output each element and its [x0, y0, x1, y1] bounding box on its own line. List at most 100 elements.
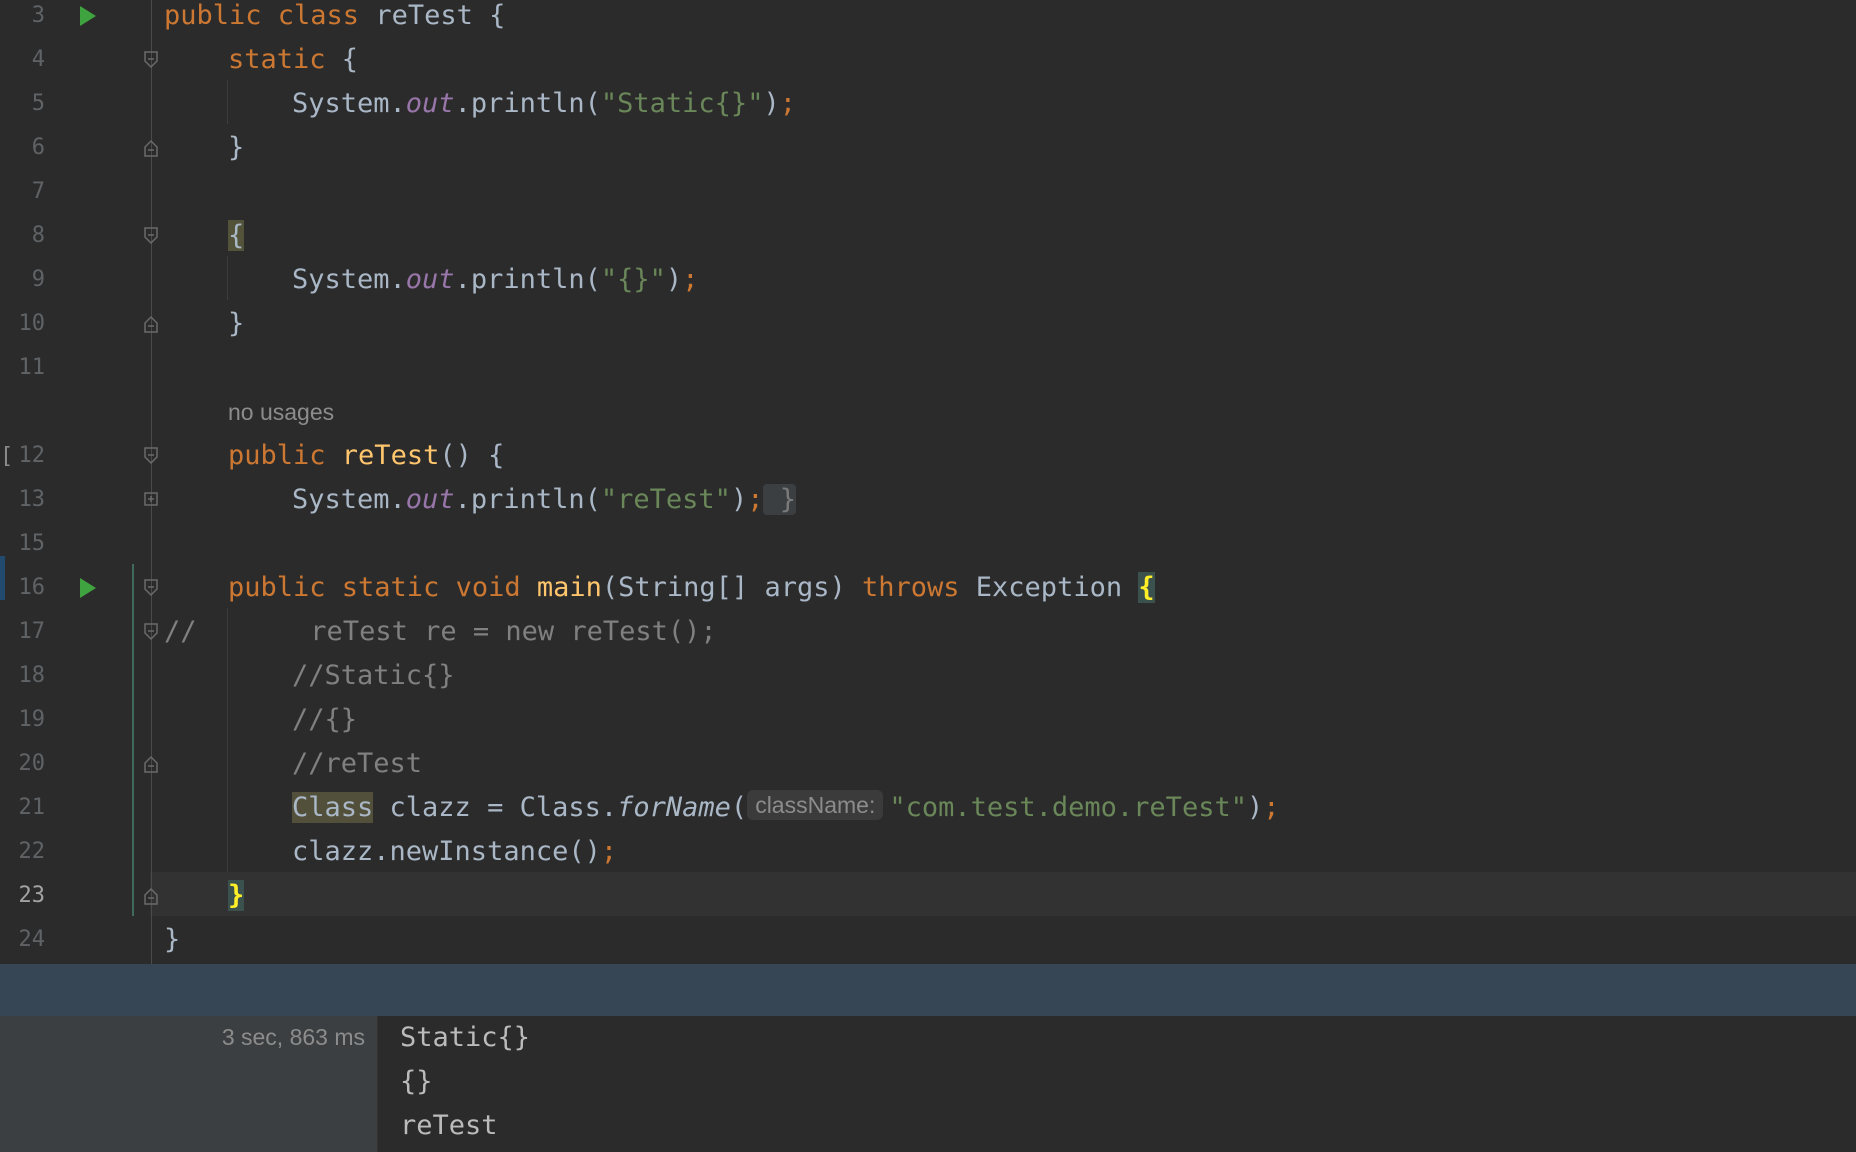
line-number: 10: [18, 311, 46, 336]
code-line[interactable]: 7: [0, 170, 1856, 214]
code-text: System.out.println("reTest"); }: [292, 478, 796, 522]
code-token: ): [1246, 792, 1264, 823]
code-token: ): [665, 264, 683, 295]
comment: //: [164, 616, 197, 647]
semicolon: ;: [600, 836, 618, 867]
keyword: public class: [164, 0, 376, 31]
run-panel-header[interactable]: [0, 964, 1856, 1016]
line-number: 24: [18, 927, 46, 952]
code-token: clazz = Class.: [373, 792, 618, 823]
code-token: Exception: [959, 572, 1139, 603]
keyword: throws: [861, 572, 960, 603]
fold-icon[interactable]: [144, 51, 158, 69]
code-text: public static void main(String[] args) t…: [228, 566, 1155, 610]
code-line[interactable]: 11: [0, 346, 1856, 390]
fold-icon[interactable]: [144, 227, 158, 245]
line-number: 8: [31, 223, 45, 248]
semicolon: ;: [779, 88, 796, 119]
code-line[interactable]: 5 System.out.println("Static{}");: [0, 82, 1856, 126]
output-line: {}: [400, 1066, 433, 1097]
fold-end-icon[interactable]: [144, 315, 158, 333]
code-token: ): [763, 88, 780, 119]
code-text: System.out.println("Static{}");: [292, 82, 796, 126]
run-icon[interactable]: [80, 6, 96, 26]
code-token: clazz.newInstance(): [292, 836, 601, 867]
panel-divider[interactable]: [377, 1016, 378, 1152]
code-line[interactable]: 20 //reTest: [0, 742, 1856, 786]
code-text: clazz.newInstance();: [292, 830, 617, 874]
fold-icon[interactable]: [144, 447, 158, 465]
line-number: 5: [31, 91, 45, 116]
code-text: }: [164, 924, 181, 955]
code-token: System.: [292, 484, 406, 515]
code-line[interactable]: 9 System.out.println("{}");: [0, 258, 1856, 302]
console-output[interactable]: Static{} {} reTest: [400, 1016, 530, 1148]
parameter-hint: className:: [747, 790, 884, 820]
code-text: }: [228, 132, 245, 163]
code-line[interactable]: 17 // reTest re = new reTest();: [0, 610, 1856, 654]
code-line[interactable]: 24 }: [0, 918, 1856, 962]
line-number: 11: [18, 355, 46, 380]
code-token: (String[] args): [601, 572, 862, 603]
line-number: 6: [31, 135, 45, 160]
run-console[interactable]: 3 sec, 863 ms Static{} {} reTest: [0, 1016, 1856, 1152]
run-tree[interactable]: 3 sec, 863 ms: [0, 1016, 377, 1152]
fold-end-icon[interactable]: [144, 139, 158, 157]
code-line-current[interactable]: 23 }: [0, 874, 1856, 918]
static-field: out: [405, 264, 455, 295]
matched-brace: {: [1138, 572, 1155, 603]
fold-end-icon[interactable]: [144, 887, 158, 905]
code-token: System.: [292, 264, 406, 295]
code-token: .println(: [454, 264, 601, 295]
code-token: .println(: [454, 88, 601, 119]
output-line: reTest: [400, 1110, 498, 1141]
code-line[interactable]: 16 public static void main(String[] args…: [0, 566, 1856, 610]
code-token: System.: [292, 88, 406, 119]
line-number: 7: [31, 179, 45, 204]
line-number: 3: [31, 3, 45, 28]
fold-icon[interactable]: [144, 579, 158, 597]
matched-brace: {: [228, 220, 245, 251]
code-line[interactable]: 22 clazz.newInstance();: [0, 830, 1856, 874]
string-literal: "reTest": [600, 484, 731, 515]
code-line[interactable]: 6 }: [0, 126, 1856, 170]
fold-end-icon[interactable]: [144, 755, 158, 773]
code-line[interactable]: 19 //{}: [0, 698, 1856, 742]
string-literal: "com.test.demo.reTest": [889, 792, 1247, 823]
code-line[interactable]: 8 {: [0, 214, 1856, 258]
code-line[interactable]: 21 Class clazz = Class.forName(className…: [0, 786, 1856, 830]
code-token: .println(: [454, 484, 601, 515]
code-text: public reTest() {: [228, 434, 504, 478]
code-editor[interactable]: [ 3 public class reTest { 4 static { 5 S…: [0, 0, 1856, 964]
code-line[interactable]: 3 public class reTest {: [0, 0, 1856, 38]
matched-brace: }: [228, 880, 245, 911]
code-line[interactable]: 4 static {: [0, 38, 1856, 82]
expand-fold-icon[interactable]: [144, 491, 158, 509]
line-number: 4: [31, 47, 45, 72]
run-icon[interactable]: [80, 578, 96, 598]
usages-hint[interactable]: no usages: [228, 390, 334, 434]
line-number: 16: [18, 575, 46, 600]
string-literal: "Static{}": [600, 88, 764, 119]
semicolon: ;: [682, 264, 699, 295]
keyword: public static void: [228, 572, 537, 603]
code-line[interactable]: 10 }: [0, 302, 1856, 346]
static-method: forName: [617, 792, 731, 823]
line-number: 15: [18, 531, 46, 556]
line-number: 23: [18, 883, 46, 908]
code-line[interactable]: 12 public reTest() {: [0, 434, 1856, 478]
code-text: static {: [228, 38, 358, 82]
code-line[interactable]: 18 //Static{}: [0, 654, 1856, 698]
method-name: main: [536, 572, 602, 603]
folded-region[interactable]: }: [763, 484, 796, 515]
run-duration: 3 sec, 863 ms: [221, 1024, 365, 1050]
code-token: {: [472, 0, 506, 31]
code-line[interactable]: 15: [0, 522, 1856, 566]
code-line[interactable]: 13 System.out.println("reTest"); }: [0, 478, 1856, 522]
line-number: 19: [18, 707, 46, 732]
code-text: Class clazz = Class.forName(className: "c…: [292, 786, 1280, 830]
comment: //{}: [292, 704, 358, 735]
line-number: 21: [18, 795, 46, 820]
string-literal: "{}": [600, 264, 666, 295]
fold-icon[interactable]: [144, 623, 158, 641]
